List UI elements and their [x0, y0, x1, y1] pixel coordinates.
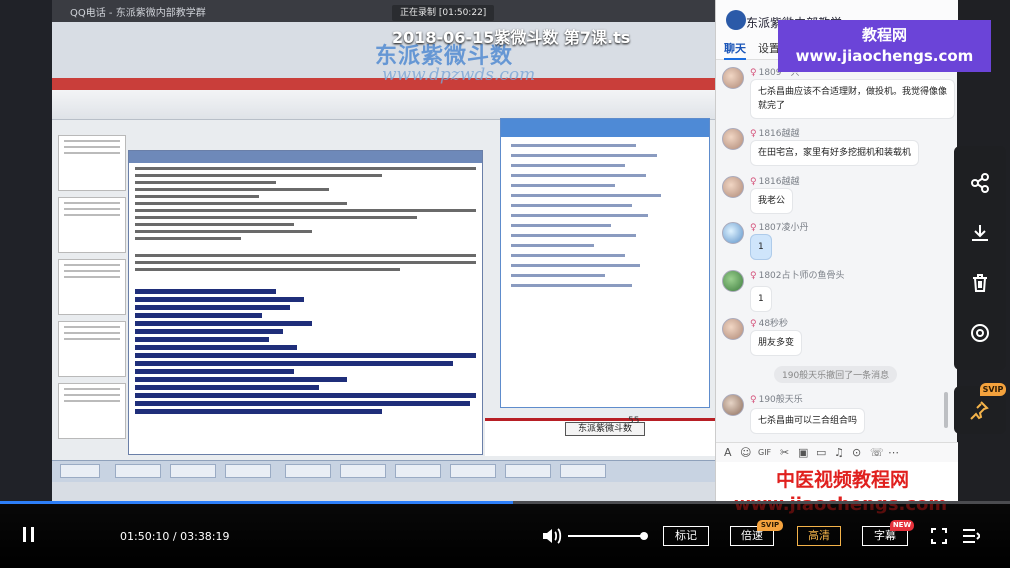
message-sender: ♀ 1816越越 [750, 177, 800, 187]
font-icon[interactable]: A [724, 446, 732, 459]
phone-icon[interactable]: ☏ [870, 446, 884, 459]
music-icon[interactable]: ♫ [834, 446, 844, 459]
fullscreen-icon[interactable] [931, 528, 947, 544]
pause-button[interactable] [18, 524, 40, 546]
notepad-titlebar [129, 151, 482, 163]
time-total: 03:38:19 [180, 530, 230, 543]
message-sender: ♀ 1816越越 [750, 129, 800, 139]
message-bubble: 我老公 [750, 188, 794, 214]
avatar[interactable] [722, 394, 744, 416]
avatar[interactable] [722, 128, 744, 150]
video-watermark-url: www.dpzwds.com [382, 65, 536, 85]
time-current: 01:50:10 [120, 530, 170, 543]
record-icon[interactable]: ⊙ [852, 446, 861, 459]
recall-notice: 190般天乐撤回了一条消息 [774, 366, 898, 383]
message-list: ♀ 1809一只 七杀昌曲应该不合适理财，做投机。我觉得像像 就完了 ♀ 1816越越… [716, 62, 958, 442]
speed-svip-badge: SVIP [757, 520, 783, 531]
message-bubble: 朋友多变 [750, 330, 803, 356]
message-sender: ♀ 1802占卜师の鱼骨头 [750, 271, 845, 281]
folder-icon[interactable]: ▭ [816, 446, 826, 459]
recorded-qq-chat-header [501, 119, 709, 137]
recording-titlebar: QQ电话 - 东派紫微内部教学群 正在录制 [01:50:22] [52, 0, 715, 22]
chat-input-toolbar: A ☺ GIF ✂ ▣ ▭ ♫ ⊙ ☏ ⋯ [716, 442, 958, 462]
delete-icon[interactable] [967, 270, 993, 296]
site-watermark-box: 教程网 www.jiaochengs.com [778, 20, 991, 72]
slide-thumbnail [58, 197, 126, 253]
message-sender: ♀ 48秒秒 [750, 319, 789, 329]
side-action-rail [954, 146, 1006, 370]
message-bubble: 七杀昌曲应该不合适理财，做投机。我觉得像像 就完了 [750, 79, 956, 119]
subtitles-new-badge: NEW [890, 520, 914, 531]
slide-thumbnail [58, 259, 126, 315]
playlist-icon[interactable] [962, 527, 980, 545]
avatar[interactable] [722, 222, 744, 244]
avatar[interactable] [722, 270, 744, 292]
video-title: 2018-06-15紫微斗数 第7课.ts [392, 28, 631, 47]
avatar[interactable] [722, 318, 744, 340]
site-watermark-title: 教程网 [861, 26, 907, 44]
slide-thumbnails [58, 135, 128, 455]
office-ribbon [52, 90, 715, 120]
pin-icon [970, 401, 989, 420]
scissors-icon[interactable]: ✂ [780, 446, 789, 459]
volume-icon[interactable] [541, 526, 563, 546]
download-icon[interactable] [967, 220, 993, 246]
more-icon[interactable]: ⋯ [888, 446, 899, 459]
desktop-edge [0, 0, 52, 502]
message-bubble: 七杀昌曲可以三合组合吗 [750, 408, 866, 434]
svip-badge: SVIP [980, 383, 1006, 396]
time-separator: / [169, 530, 181, 543]
site-watermark-url: www.jiaochengs.com [795, 47, 974, 65]
chat-scrollbar[interactable] [944, 392, 948, 428]
slide-thumbnail [58, 135, 126, 191]
video-frame[interactable]: QQ电话 - 东派紫微内部教学群 正在录制 [01:50:22] 东派紫微斗数 … [0, 0, 1010, 502]
slide-number: 55 [628, 416, 640, 426]
quality-button[interactable]: 高清 [797, 526, 841, 546]
screenshot-icon[interactable] [967, 320, 993, 346]
slide-thumbnail [58, 321, 126, 377]
group-logo-icon [726, 10, 746, 30]
qq-group-panel: 东派紫微内部教学 聊天 设置 ♀1809一只 七杀昌曲应该不合适理财，做投机。我… [715, 0, 958, 502]
emoji-icon[interactable]: ☺ [740, 446, 751, 459]
image-icon[interactable]: ▣ [798, 446, 808, 459]
share-icon[interactable] [967, 170, 993, 196]
time-display: 01:50:10 / 03:38:19 [120, 530, 230, 543]
mark-button[interactable]: 标记 [663, 526, 709, 546]
message-sender: ♀ 190般天乐 [750, 395, 803, 405]
video-player[interactable]: QQ电话 - 东派紫微内部教学群 正在录制 [01:50:22] 东派紫微斗数 … [0, 0, 1010, 568]
volume-slider[interactable] [568, 535, 646, 537]
notepad-window [128, 150, 483, 455]
gif-icon[interactable]: GIF [758, 448, 771, 457]
message-bubble: 1 [750, 286, 772, 312]
avatar[interactable] [722, 67, 744, 89]
message-bubble: 在田宅宫，家里有好多挖掘机和装载机 [750, 140, 920, 166]
slide-thumbnail [58, 383, 126, 439]
volume-knob[interactable] [640, 532, 648, 540]
message-sender: ♀ 1807凌小丹 [750, 223, 809, 233]
message-bubble: 1 [750, 234, 772, 260]
avatar[interactable] [722, 176, 744, 198]
tab-settings[interactable]: 设置 [758, 40, 780, 56]
recording-window-title: QQ电话 - 东派紫微内部教学群 [70, 8, 206, 19]
red-watermark-title: 中医视频教程网 [776, 469, 910, 491]
tab-chat[interactable]: 聊天 [724, 40, 746, 60]
recording-status: 正在录制 [01:50:22] [392, 5, 495, 21]
recorded-qq-chat [500, 118, 710, 408]
